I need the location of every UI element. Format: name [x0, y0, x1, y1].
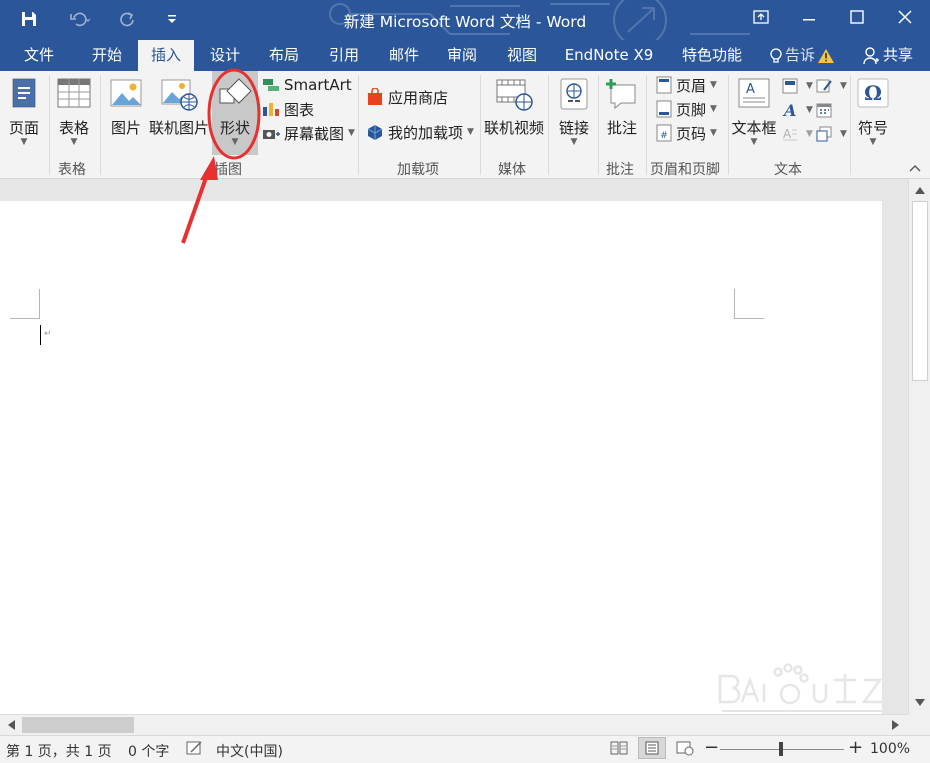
- status-bar: 第 1 页，共 1 页 0 个字 中文(中国) − + 100%: [0, 735, 930, 763]
- scroll-up-icon[interactable]: [912, 183, 928, 197]
- language-indicator[interactable]: 中文(中国): [216, 741, 283, 761]
- zoom-level[interactable]: 100%: [870, 741, 910, 757]
- scrollbar-corner: [908, 714, 930, 735]
- zoom-out-icon[interactable]: −: [704, 737, 719, 758]
- scroll-right-icon[interactable]: [888, 718, 902, 732]
- vertical-scroll-thumb[interactable]: [912, 201, 928, 381]
- annotation-overlay: [181, 68, 261, 244]
- vertical-scrollbar[interactable]: [908, 179, 930, 714]
- horizontal-scrollbar[interactable]: [0, 714, 908, 735]
- scroll-down-icon[interactable]: [912, 695, 928, 709]
- horizontal-scroll-thumb[interactable]: [22, 717, 134, 733]
- proofing-icon[interactable]: [186, 740, 204, 760]
- page-count[interactable]: 第 1 页，共 1 页: [6, 741, 112, 761]
- web-layout-icon[interactable]: [676, 740, 694, 760]
- word-count[interactable]: 0 个字: [128, 741, 169, 761]
- read-mode-icon[interactable]: [610, 740, 628, 760]
- zoom-in-icon[interactable]: +: [848, 737, 863, 758]
- scroll-left-icon[interactable]: [4, 718, 18, 732]
- zoom-slider-thumb[interactable]: [779, 742, 783, 756]
- print-layout-icon[interactable]: [638, 737, 666, 759]
